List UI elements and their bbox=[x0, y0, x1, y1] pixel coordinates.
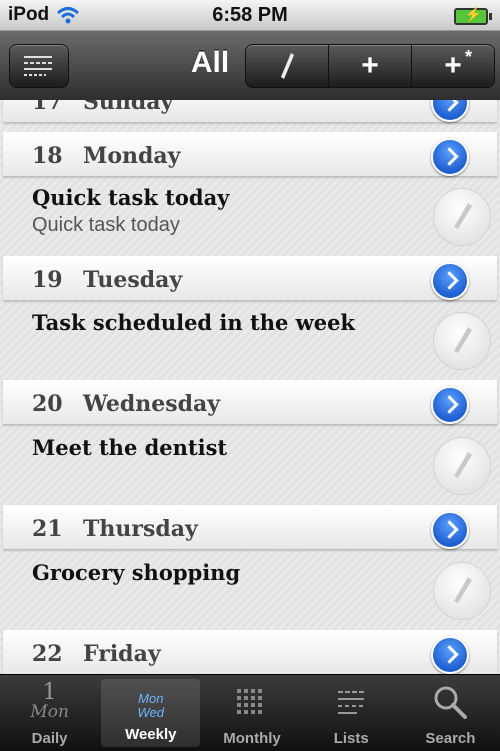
day-number: 19 bbox=[32, 267, 63, 293]
disclosure-chevron-icon[interactable] bbox=[431, 386, 469, 424]
day-header[interactable]: 20 Wednesday bbox=[3, 380, 497, 425]
daily-icon-day: Mon bbox=[30, 702, 69, 722]
day-number: 20 bbox=[32, 391, 63, 417]
day-name: Friday bbox=[83, 641, 161, 667]
task-title[interactable]: Quick task today bbox=[32, 185, 229, 210]
edit-task-button[interactable] bbox=[433, 437, 491, 495]
add-task-button[interactable]: + bbox=[328, 45, 411, 87]
edit-task-button[interactable] bbox=[433, 312, 491, 370]
tab-label: Monthly bbox=[223, 730, 281, 747]
task-subtitle: Quick task today bbox=[32, 214, 180, 236]
tab-monthly[interactable]: Monthly bbox=[202, 675, 301, 751]
day-number: 17 bbox=[32, 100, 63, 115]
tab-label: Daily bbox=[31, 730, 68, 747]
disclosure-chevron-icon[interactable] bbox=[431, 636, 469, 674]
menu-button[interactable] bbox=[9, 44, 69, 88]
disclosure-chevron-icon[interactable] bbox=[431, 262, 469, 300]
day-header[interactable]: 18 Monday bbox=[3, 132, 497, 177]
task-title[interactable]: Grocery shopping bbox=[32, 560, 240, 585]
task-title[interactable]: Meet the dentist bbox=[32, 435, 227, 460]
pencil-icon bbox=[281, 53, 294, 79]
pencil-icon bbox=[454, 577, 472, 603]
tab-lists[interactable]: Lists bbox=[302, 675, 401, 751]
edit-button[interactable] bbox=[246, 45, 328, 87]
status-bar: iPod 6:58 PM ⚡ bbox=[0, 0, 500, 31]
day-number: 18 bbox=[32, 143, 63, 169]
day-number: 21 bbox=[32, 516, 63, 542]
disclosure-chevron-icon[interactable] bbox=[431, 511, 469, 549]
day-header[interactable]: 17 Sunday bbox=[3, 100, 497, 123]
list-icon bbox=[302, 681, 401, 723]
tab-label: Search bbox=[425, 730, 476, 747]
nav-bar: All + + * bbox=[0, 31, 500, 101]
tab-label: Lists bbox=[333, 730, 369, 747]
day-name: Thursday bbox=[83, 516, 198, 542]
week-list: 17 Sunday 18 Monday Quick task today Qui… bbox=[0, 100, 500, 674]
day-name: Sunday bbox=[83, 100, 174, 115]
add-label: + bbox=[361, 49, 379, 82]
notes-list-icon bbox=[24, 56, 52, 76]
weekly-icon-line2: Wed bbox=[137, 705, 165, 720]
tab-bar: 1 Mon Daily Mon Wed Weekly Monthly Lists… bbox=[0, 674, 500, 751]
calendar-grid-icon bbox=[202, 681, 301, 723]
day-name: Wednesday bbox=[83, 391, 221, 417]
edit-task-button[interactable] bbox=[433, 188, 491, 246]
weekly-icon-line1: Mon bbox=[138, 691, 164, 706]
tab-search[interactable]: Search bbox=[401, 675, 500, 751]
daily-icon: 1 Mon bbox=[0, 681, 99, 723]
disclosure-chevron-icon[interactable] bbox=[431, 138, 469, 176]
search-icon bbox=[401, 681, 500, 723]
pencil-icon bbox=[454, 327, 472, 353]
add-special-task-button[interactable]: + * bbox=[411, 45, 494, 87]
tab-label: Weekly bbox=[125, 726, 177, 743]
pencil-icon bbox=[454, 203, 472, 229]
pencil-icon bbox=[454, 452, 472, 478]
tab-weekly[interactable]: Mon Wed Weekly bbox=[101, 679, 201, 747]
add-star-label: + bbox=[444, 49, 462, 82]
daily-icon-number: 1 bbox=[42, 680, 57, 705]
action-segment: + + * bbox=[245, 44, 495, 88]
edit-task-button[interactable] bbox=[433, 562, 491, 620]
day-header[interactable]: 19 Tuesday bbox=[3, 256, 497, 301]
page-title: All bbox=[190, 46, 230, 79]
day-header[interactable]: 21 Thursday bbox=[3, 505, 497, 550]
tab-daily[interactable]: 1 Mon Daily bbox=[0, 675, 99, 751]
day-number: 22 bbox=[32, 641, 63, 667]
disclosure-chevron-icon[interactable] bbox=[431, 100, 469, 122]
day-name: Tuesday bbox=[83, 267, 183, 293]
star-mark: * bbox=[464, 47, 472, 67]
status-time: 6:58 PM bbox=[212, 4, 288, 26]
day-name: Monday bbox=[83, 143, 181, 169]
weekly-icon: Mon Wed bbox=[101, 685, 200, 727]
day-header[interactable]: 22 Friday bbox=[3, 630, 497, 674]
charging-bolt-icon: ⚡ bbox=[464, 6, 482, 22]
task-title[interactable]: Task scheduled in the week bbox=[32, 310, 355, 335]
